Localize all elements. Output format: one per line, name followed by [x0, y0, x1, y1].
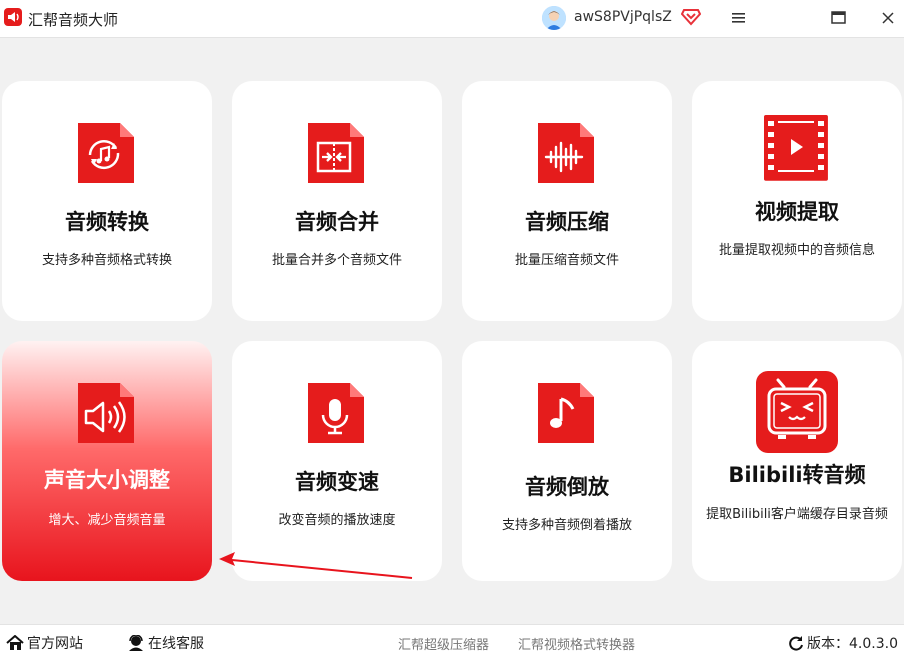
card-title: 声音大小调整 — [44, 468, 170, 492]
card-audio-compress[interactable]: 音频压缩 批量压缩音频文件 — [462, 81, 672, 321]
version-info[interactable]: 版本：4.0.3.0 — [788, 633, 898, 653]
official-site-label: 官方网站 — [27, 636, 83, 652]
audio-convert-icon — [74, 119, 138, 187]
card-audio-speed[interactable]: 音频变速 改变音频的播放速度 — [232, 341, 442, 581]
card-title: 音频合并 — [295, 210, 379, 234]
maximize-icon — [831, 11, 846, 24]
card-title: 音频倒放 — [525, 475, 609, 499]
card-desc: 批量合并多个音频文件 — [271, 253, 402, 268]
card-desc: 批量提取视频中的音频信息 — [718, 243, 875, 258]
version-label: 版本：4.0.3.0 — [807, 636, 898, 652]
vip-diamond-icon[interactable] — [680, 8, 702, 30]
card-desc: 支持多种音频格式转换 — [41, 253, 172, 268]
card-title: 视频提取 — [755, 200, 839, 224]
online-support-label: 在线客服 — [148, 636, 204, 652]
close-icon — [882, 12, 894, 24]
compressor-link[interactable]: 汇帮超级压缩器 — [398, 634, 489, 653]
card-desc: 增大、减少音频音量 — [48, 513, 166, 528]
card-audio-merge[interactable]: 音频合并 批量合并多个音频文件 — [232, 81, 442, 321]
audio-speed-icon — [304, 379, 368, 447]
app-logo-icon — [4, 8, 22, 26]
maximize-button[interactable] — [825, 5, 853, 31]
audio-merge-icon — [304, 119, 368, 187]
hamburger-icon — [732, 13, 745, 23]
card-title: 音频变速 — [295, 470, 379, 494]
card-volume-adjust[interactable]: 声音大小调整 增大、减少音频音量 — [2, 341, 212, 581]
card-audio-reverse[interactable]: 音频倒放 支持多种音频倒着播放 — [462, 341, 672, 581]
card-desc: 提取Bilibili客户端缓存目录音频 — [706, 507, 888, 522]
video-converter-link[interactable]: 汇帮视频格式转换器 — [518, 634, 635, 653]
refresh-icon — [789, 636, 803, 651]
card-bilibili[interactable]: Bilibili转音频 提取Bilibili客户端缓存目录音频 — [692, 341, 902, 581]
online-support-link[interactable]: 在线客服 — [127, 633, 204, 653]
card-desc: 批量压缩音频文件 — [514, 253, 619, 268]
card-title: 音频转换 — [65, 210, 149, 234]
title-bar: 汇帮音频大师 awS8PVjPqlsZ — [0, 0, 904, 38]
video-extract-icon — [764, 115, 828, 183]
user-avatar[interactable] — [542, 6, 566, 30]
card-desc: 支持多种音频倒着播放 — [501, 518, 632, 533]
username[interactable]: awS8PVjPqlsZ — [574, 9, 672, 25]
audio-compress-icon — [534, 119, 598, 187]
footer-bar: 官方网站 在线客服 汇帮超级压缩器 汇帮视频格式转换器 版本：4.0.3.0 — [0, 624, 904, 659]
audio-reverse-icon — [534, 379, 598, 447]
volume-adjust-icon — [74, 379, 138, 447]
card-title: 音频压缩 — [525, 210, 609, 234]
card-video-extract[interactable]: 视频提取 批量提取视频中的音频信息 — [692, 81, 902, 321]
home-icon — [6, 634, 24, 650]
support-icon — [129, 634, 143, 651]
close-button[interactable] — [875, 5, 903, 31]
card-title: Bilibili转音频 — [728, 463, 866, 487]
bilibili-icon — [756, 369, 838, 453]
app-title: 汇帮音频大师 — [28, 11, 119, 29]
card-audio-convert[interactable]: 音频转换 支持多种音频格式转换 — [2, 81, 212, 321]
card-desc: 改变音频的播放速度 — [278, 513, 396, 528]
menu-button[interactable] — [725, 5, 753, 31]
official-site-link[interactable]: 官方网站 — [6, 633, 83, 653]
